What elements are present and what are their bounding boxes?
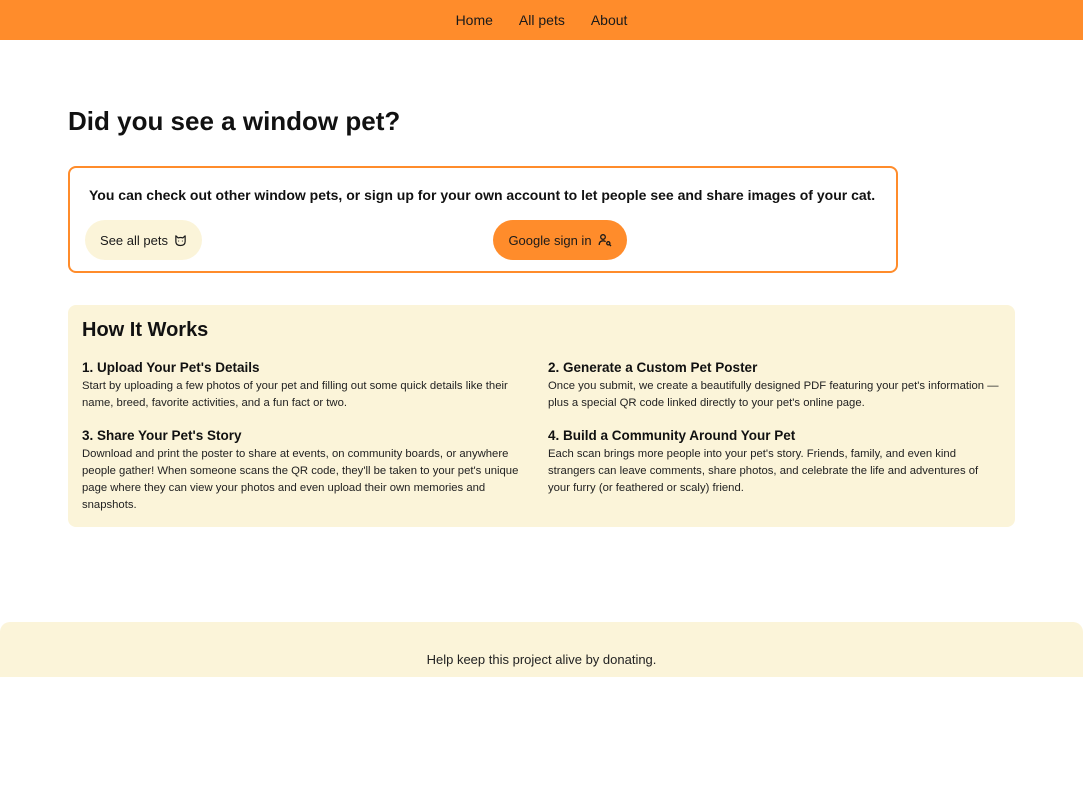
step-title: 3. Share Your Pet's Story bbox=[82, 428, 242, 443]
google-sign-in-label: Google sign in bbox=[508, 232, 592, 248]
step-title: 1. Upload Your Pet's Details bbox=[82, 360, 260, 375]
step-title: 4. Build a Community Around Your Pet bbox=[548, 428, 796, 443]
footer: Help keep this project alive by donating… bbox=[0, 622, 1083, 677]
donate-text: Help keep this project alive by donating… bbox=[426, 652, 657, 667]
step-text: Start by uploading a few photos of your … bbox=[82, 380, 508, 409]
step-title: 2. Generate a Custom Pet Poster bbox=[548, 360, 758, 375]
how-it-works-title: How It Works bbox=[82, 319, 209, 341]
step-text: Each scan brings more people into your p… bbox=[548, 448, 979, 494]
signup-callout: You can check out other window pets, or … bbox=[68, 166, 898, 273]
step-community: 4. Build a Community Around Your Pet Eac… bbox=[548, 428, 1003, 497]
user-key-icon bbox=[598, 233, 612, 247]
page-title: Did you see a window pet? bbox=[68, 106, 401, 136]
step-share: 3. Share Your Pet's Story Download and p… bbox=[82, 428, 537, 514]
step-generate: 2. Generate a Custom Pet Poster Once you… bbox=[548, 360, 1003, 412]
step-upload: 1. Upload Your Pet's Details Start by up… bbox=[82, 360, 537, 412]
see-all-pets-label: See all pets bbox=[100, 232, 168, 248]
top-nav: Home All pets About bbox=[0, 0, 1083, 40]
nav-about-link[interactable]: About bbox=[591, 12, 628, 28]
google-sign-in-button[interactable]: Google sign in bbox=[493, 220, 627, 260]
callout-text: You can check out other window pets, or … bbox=[89, 187, 876, 203]
see-all-pets-button[interactable]: See all pets bbox=[85, 220, 202, 260]
step-text: Once you submit, we create a beautifully… bbox=[548, 380, 999, 409]
nav-home-link[interactable]: Home bbox=[456, 12, 493, 28]
nav-all-pets-link[interactable]: All pets bbox=[519, 12, 565, 28]
step-text: Download and print the poster to share a… bbox=[82, 448, 519, 511]
how-it-works-panel: How It Works 1. Upload Your Pet's Detail… bbox=[68, 305, 1015, 527]
cat-icon bbox=[174, 234, 187, 247]
